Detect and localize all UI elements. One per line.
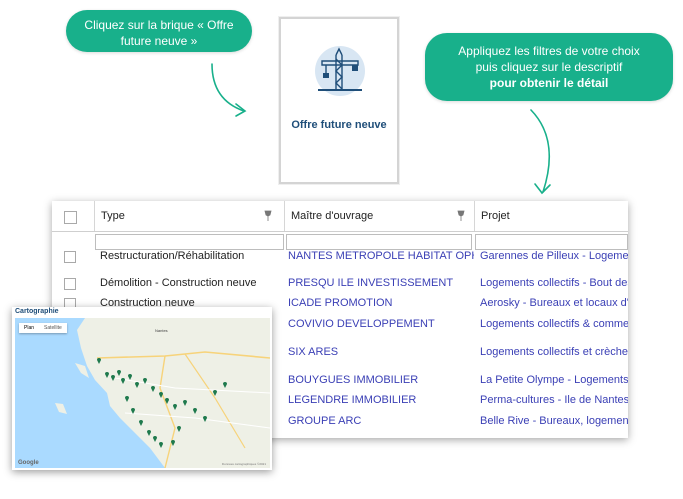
map-marker <box>165 398 169 404</box>
map-marker <box>183 400 187 406</box>
map-marker <box>139 420 143 426</box>
crane-icon <box>315 46 365 96</box>
brick-label: Offre future neuve <box>291 119 387 131</box>
map-marker <box>135 382 139 388</box>
cell-projet[interactable]: Belle Rive - Bureaux, logements <box>480 411 628 431</box>
column-mo-label: Maître d'ouvrage <box>291 210 374 222</box>
map-marker <box>105 372 109 378</box>
pin-icon[interactable] <box>264 210 272 221</box>
map-marker <box>143 378 147 384</box>
cell-projet[interactable]: La Petite Olympe - Logements c <box>480 370 628 390</box>
cell-projet[interactable]: Logements collectifs & commer <box>480 314 628 334</box>
map-marker <box>153 436 157 442</box>
select-all-checkbox[interactable] <box>64 211 77 224</box>
map-marker <box>177 426 181 432</box>
filter-projet-input[interactable] <box>475 234 628 250</box>
cell-type: Démolition - Construction neuve <box>100 277 257 289</box>
cell-projet[interactable]: Logements collectifs et crèche - <box>480 342 628 362</box>
map-marker <box>147 430 151 436</box>
map-marker <box>213 390 217 396</box>
cell-maitre-ouvrage[interactable]: SIX ARES <box>288 342 474 362</box>
column-header-type[interactable]: Type <box>94 201 288 231</box>
cell-maitre-ouvrage[interactable]: BOUYGUES IMMOBILIER <box>288 370 474 390</box>
map-marker <box>111 375 115 381</box>
map-marker <box>203 416 207 422</box>
row-checkbox[interactable] <box>64 278 76 290</box>
column-projet-label: Projet <box>481 210 510 222</box>
arrow-to-table <box>530 109 551 195</box>
map-marker <box>125 396 129 402</box>
map-marker <box>128 374 132 380</box>
cell-maitre-ouvrage[interactable]: ICADE PROMOTION <box>288 293 474 313</box>
cell-maitre-ouvrage[interactable]: PRESQU ILE INVESTISSEMENT <box>288 273 474 293</box>
map-marker <box>159 442 163 448</box>
row-checkbox[interactable] <box>64 251 76 263</box>
map-marker <box>117 370 121 376</box>
map-copyright: Données cartographiques ©2021 <box>221 462 266 466</box>
map-marker <box>131 408 135 414</box>
map-marker <box>173 404 177 410</box>
map-marker <box>223 382 227 388</box>
map-marker <box>193 408 197 414</box>
column-header-projet[interactable]: Projet <box>474 201 628 231</box>
cell-projet[interactable]: Perma-cultures - Ile de Nantes - <box>480 390 628 410</box>
table-header: Type Maître d'ouvrage Projet <box>52 201 628 232</box>
table-row[interactable]: Démolition - Construction neuve PRESQU I… <box>52 273 628 293</box>
map-marker <box>97 358 101 364</box>
map-marker <box>121 378 125 384</box>
map-view[interactable]: Nantes Plan Satellite Google Données car… <box>15 318 270 468</box>
cell-maitre-ouvrage[interactable]: COVIVIO DEVELOPPEMENT <box>288 314 474 334</box>
column-header-maitre-ouvrage[interactable]: Maître d'ouvrage <box>284 201 476 231</box>
pin-icon[interactable] <box>457 210 465 221</box>
map-title: Cartographie <box>15 308 59 315</box>
map-marker <box>151 386 155 392</box>
offre-future-neuve-brick[interactable]: Offre future neuve <box>279 17 399 184</box>
map-marker <box>159 392 163 398</box>
cell-projet[interactable]: Aerosky - Bureaux et locaux d'ac <box>480 293 628 313</box>
column-type-label: Type <box>101 210 125 222</box>
cell-maitre-ouvrage[interactable]: GROUPE ARC <box>288 411 474 431</box>
arrow-to-brick <box>211 63 247 117</box>
filter-row <box>52 232 628 252</box>
filter-mo-input[interactable] <box>286 234 472 250</box>
map-marker <box>171 440 175 446</box>
map-panel: Cartographie Nantes Plan Satellite Googl… <box>12 307 272 470</box>
cell-projet[interactable]: Logements collectifs - Bout des <box>480 273 628 293</box>
filter-type-input[interactable] <box>95 234 284 250</box>
map-markers <box>97 358 227 448</box>
google-logo: Google <box>18 460 39 466</box>
cell-maitre-ouvrage[interactable]: LEGENDRE IMMOBILIER <box>288 390 474 410</box>
